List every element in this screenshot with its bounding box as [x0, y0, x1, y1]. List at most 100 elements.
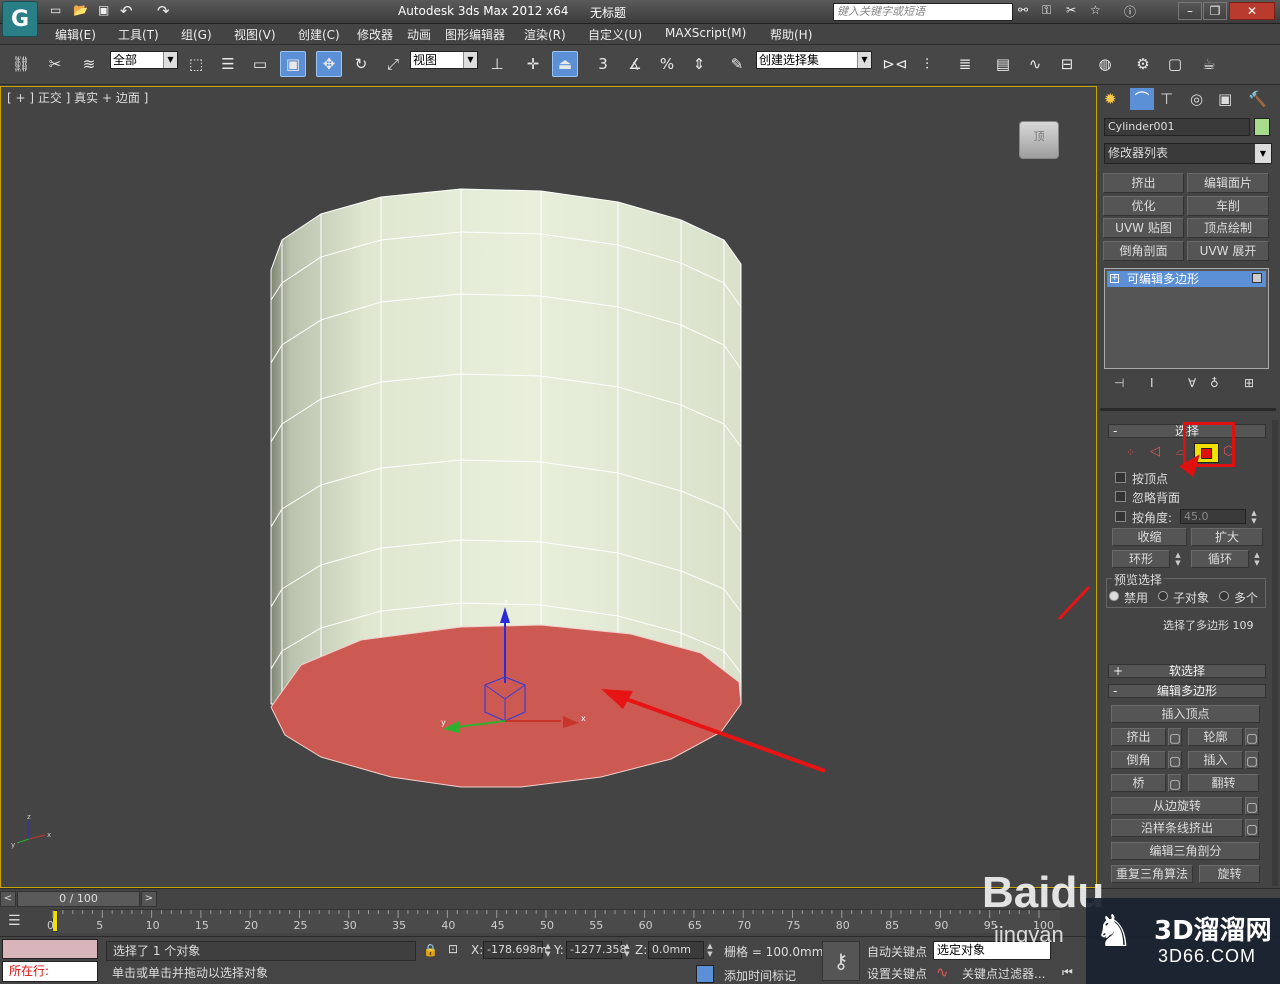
edit-polygons-rollout-header[interactable]: - 编辑多边形 — [1108, 684, 1266, 698]
expand-plus-icon[interactable]: + — [1110, 274, 1119, 283]
pin-stack-icon[interactable]: ⊣ — [1114, 376, 1124, 390]
ignore-backfacing-checkbox[interactable] — [1115, 491, 1126, 502]
search-input[interactable]: 键入关键字或短语 — [833, 3, 1013, 21]
retriangulate-button[interactable]: 重复三角算法 — [1111, 865, 1193, 883]
scale-icon[interactable]: ⤢ — [380, 51, 406, 77]
render-production-icon[interactable]: ☕ — [1196, 51, 1222, 77]
unlink-icon[interactable]: ✂ — [42, 51, 68, 77]
extrude-spline-settings-button[interactable]: ▢ — [1245, 819, 1259, 837]
remove-modifier-icon[interactable]: ♁ — [1210, 376, 1219, 390]
inset-button[interactable]: 插入 — [1188, 751, 1243, 769]
inset-settings-button[interactable]: ▢ — [1245, 751, 1259, 769]
by-angle-checkbox[interactable] — [1115, 511, 1126, 522]
create-tab-icon[interactable]: ✹ — [1104, 90, 1117, 108]
track-bar-toggle[interactable]: ☰ — [8, 913, 38, 933]
edit-triangulation-button[interactable]: 编辑三角剖分 — [1111, 842, 1260, 860]
key-mode-icon[interactable]: ∿ — [936, 963, 949, 981]
menu-group[interactable]: 组(G) — [181, 26, 212, 43]
add-time-tag-label[interactable]: 添加时间标记 — [724, 967, 796, 984]
x-spinner[interactable]: ▲ ▼ — [544, 942, 552, 958]
hierarchy-tab-icon[interactable]: ⊤ — [1160, 90, 1173, 108]
menu-help[interactable]: 帮助(H) — [770, 26, 812, 43]
menu-animation[interactable]: 动画 — [407, 26, 431, 43]
configure-sets-icon[interactable]: ⊞ — [1244, 376, 1254, 390]
render-setup-icon[interactable]: ⚙ — [1130, 51, 1156, 77]
graphite-tools-icon[interactable]: ▤ — [990, 51, 1016, 77]
save-icon[interactable]: ▣ — [98, 3, 109, 17]
tools-icon[interactable]: ✂ — [1066, 3, 1076, 17]
viewcube[interactable]: 顶 — [1019, 121, 1059, 159]
modifier-list-dropdown[interactable]: 修改器列表 ▼ — [1104, 143, 1272, 164]
hinge-settings-button[interactable]: ▢ — [1245, 797, 1259, 815]
modifier-button-uvw-unwrap[interactable]: UVW 展开 — [1187, 241, 1269, 261]
by-angle-input[interactable]: 45.0 — [1180, 509, 1246, 524]
menu-create[interactable]: 创建(C) — [298, 26, 340, 43]
spinner-snap-icon[interactable]: ⇕ — [686, 51, 712, 77]
extrude-along-spline-button[interactable]: 沿样条线挤出 — [1111, 819, 1243, 837]
track-bar[interactable]: 0 5 10 15 20 25 30 35 40 45 50 55 60 65 70 75 80 85 90 95 10… — [47, 909, 1060, 933]
bind-space-warp-icon[interactable]: ≋ — [76, 51, 102, 77]
ring-spinner[interactable]: ▲ ▼ — [1174, 551, 1182, 567]
modifier-button-vertex-paint[interactable]: 顶点绘制 — [1187, 218, 1269, 238]
schematic-view-icon[interactable]: ⊟ — [1054, 51, 1080, 77]
rotate-icon[interactable]: ↻ — [348, 51, 374, 77]
close-button[interactable]: ✕ — [1229, 2, 1275, 20]
preview-disabled-radio[interactable] — [1109, 591, 1119, 601]
show-end-result-icon[interactable]: Ⅰ — [1150, 376, 1154, 390]
menu-tools[interactable]: 工具(T) — [118, 26, 159, 43]
mirror-icon[interactable]: ⊳⊲ — [882, 51, 908, 77]
menu-graph-editors[interactable]: 图形编辑器 — [445, 26, 505, 43]
make-unique-icon[interactable]: ∀ — [1188, 376, 1196, 390]
angle-spinner[interactable]: ▲ ▼ — [1250, 509, 1258, 525]
object-name-field[interactable]: Cylinder001 — [1104, 118, 1250, 136]
time-slider[interactable]: 0 / 100 — [17, 891, 140, 907]
modifier-button-extrude[interactable]: 挤出 — [1103, 173, 1184, 193]
auto-key-button[interactable]: 自动关键点 — [867, 943, 927, 960]
angle-snap-icon[interactable]: ∡ — [622, 51, 648, 77]
maxscript-listener-mini[interactable] — [2, 939, 98, 959]
bevel-settings-button[interactable]: ▢ — [1168, 751, 1182, 769]
y-spinner[interactable]: ▲ ▼ — [623, 942, 631, 958]
motion-tab-icon[interactable]: ◎ — [1190, 90, 1203, 108]
go-to-start-icon[interactable]: ⏮ — [1062, 965, 1073, 980]
menu-maxscript[interactable]: MAXScript(M) — [665, 26, 746, 40]
loop-button[interactable]: 循环 — [1191, 550, 1249, 568]
selected-object-dropdown[interactable]: 选定对象 — [933, 941, 1051, 960]
move-icon[interactable]: ✥ — [316, 51, 342, 77]
turn-button[interactable]: 旋转 — [1199, 865, 1260, 883]
menu-edit[interactable]: 编辑(E) — [55, 26, 96, 43]
absolute-mode-icon[interactable]: ⊡ — [448, 942, 458, 956]
preview-multi-radio[interactable] — [1219, 591, 1229, 601]
help-icon[interactable]: ⓘ — [1124, 3, 1136, 20]
reference-coordinate-dropdown[interactable]: 视图 ▼ — [410, 51, 478, 69]
set-key-big-button[interactable]: ⚷ — [822, 941, 860, 981]
rendered-frame-window-icon[interactable]: ▢ — [1162, 51, 1188, 77]
window-crossing-icon[interactable]: ▣ — [280, 51, 306, 77]
display-tab-icon[interactable]: ▣ — [1218, 90, 1232, 108]
pivot-center-icon[interactable]: ⊥ — [484, 51, 510, 77]
object-color-swatch[interactable] — [1254, 118, 1270, 136]
app-logo-button[interactable]: G — [2, 1, 38, 37]
key-icon[interactable]: ⚿ — [1042, 3, 1051, 18]
modifier-button-lathe[interactable]: 车削 — [1187, 196, 1269, 216]
z-spinner[interactable]: ▲ ▼ — [706, 942, 714, 958]
keyboard-shortcut-override-icon[interactable]: ⏏ — [552, 51, 578, 77]
outline-settings-button[interactable]: ▢ — [1245, 728, 1259, 746]
bevel-button[interactable]: 倒角 — [1111, 751, 1166, 769]
rectangle-selection-icon[interactable]: ▭ — [247, 51, 273, 77]
stack-item-toggle-icon[interactable] — [1252, 273, 1262, 283]
extrude-settings-button[interactable]: ▢ — [1168, 728, 1182, 746]
edge-subobject-icon[interactable]: ◁ — [1150, 444, 1160, 459]
z-coordinate-input[interactable]: 0.0mm — [648, 941, 704, 959]
binoculars-icon[interactable]: ⚯ — [1018, 3, 1028, 17]
select-by-name-icon[interactable]: ☰ — [215, 51, 241, 77]
select-manipulate-icon[interactable]: ✛ — [520, 51, 546, 77]
vertex-subobject-icon[interactable]: ⁘ — [1126, 446, 1135, 459]
y-coordinate-input[interactable]: -1277.358 — [566, 941, 626, 959]
menu-customize[interactable]: 自定义(U) — [588, 26, 642, 43]
undo-icon[interactable]: ↶ — [120, 2, 133, 20]
modifier-button-edit-patch[interactable]: 编辑面片 — [1187, 173, 1269, 193]
panel-scrollbar[interactable] — [1272, 420, 1278, 886]
outline-button[interactable]: 轮廓 — [1188, 728, 1243, 746]
menu-rendering[interactable]: 渲染(R) — [524, 26, 566, 43]
